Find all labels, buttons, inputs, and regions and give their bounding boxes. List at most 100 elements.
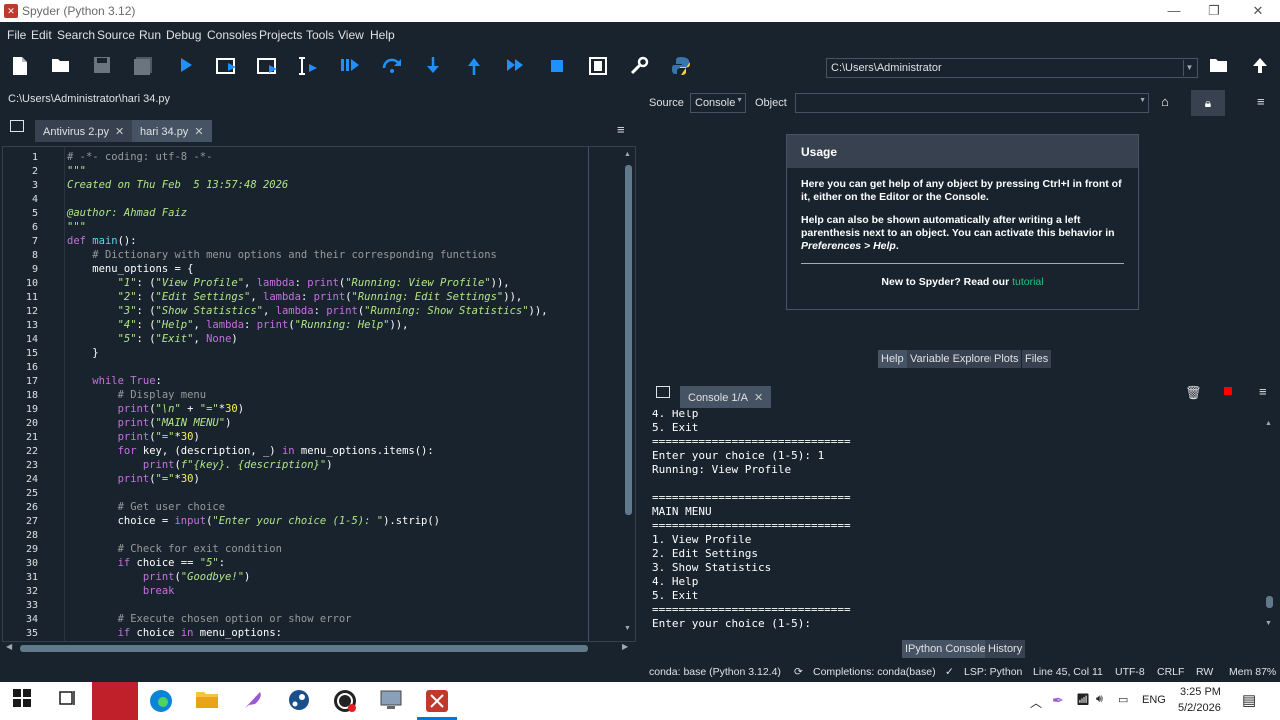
menu-run[interactable]: Run xyxy=(139,28,161,42)
menu-help[interactable]: Help xyxy=(370,28,395,42)
volume-icon[interactable]: 🔊︎ xyxy=(1096,693,1103,706)
code-editor[interactable]: 1 2 3 4 5 6 7 8 9 10 11 12 13 14 15 16 17 18 19 20 21 22 23 24 2… xyxy=(2,146,636,642)
console-vertical-scrollbar[interactable]: ▲ ▼ xyxy=(1264,420,1274,630)
lock-icon[interactable]: 🔒︎ xyxy=(1191,90,1225,116)
menu-edit[interactable]: Edit xyxy=(31,28,52,42)
language-indicator[interactable]: ENG xyxy=(1142,694,1166,706)
tab-history[interactable]: History xyxy=(985,640,1026,658)
taskbar-app-highlighted[interactable] xyxy=(92,682,138,720)
python-path-icon[interactable] xyxy=(669,56,693,80)
close-tab-icon[interactable]: ✕ xyxy=(754,392,763,404)
close-tab-icon[interactable]: ✕ xyxy=(115,126,124,138)
new-file-icon[interactable] xyxy=(8,56,32,80)
menu-tools[interactable]: Tools xyxy=(306,28,334,42)
help-options-menu-icon[interactable]: ≡ xyxy=(1257,94,1265,109)
browse-tabs-icon[interactable] xyxy=(656,386,670,398)
tab-hari-34[interactable]: hari 34.py ✕ xyxy=(132,120,212,142)
menu-debug[interactable]: Debug xyxy=(166,28,201,42)
editor-options-menu-icon[interactable]: ≡ xyxy=(617,122,625,137)
menu-search[interactable]: Search xyxy=(57,28,95,42)
status-completions[interactable]: Completions: conda(base) xyxy=(813,666,936,678)
open-file-icon[interactable] xyxy=(49,56,73,80)
browse-tabs-icon[interactable] xyxy=(10,120,24,132)
menu-consoles[interactable]: Consoles xyxy=(207,28,257,42)
menu-view[interactable]: View xyxy=(338,28,364,42)
tab-help[interactable]: Help xyxy=(878,350,907,368)
minimize-button[interactable]: — xyxy=(1164,2,1184,20)
step-into-icon[interactable] xyxy=(421,56,445,80)
scrollbar-thumb[interactable] xyxy=(625,165,632,515)
computer-app-icon[interactable] xyxy=(379,689,403,713)
chevron-up-icon[interactable]: ︿ xyxy=(1030,694,1042,711)
status-conda-env[interactable]: conda: base (Python 3.12.4) xyxy=(649,666,781,678)
browse-folder-icon[interactable] xyxy=(1207,56,1231,80)
close-tab-icon[interactable]: ✕ xyxy=(194,126,203,138)
scroll-down-icon[interactable]: ▼ xyxy=(1265,620,1272,627)
menu-source[interactable]: Source xyxy=(97,28,135,42)
notifications-icon[interactable]: ▤ xyxy=(1242,691,1256,709)
home-icon[interactable]: ⌂ xyxy=(1161,94,1169,109)
scrollbar-thumb[interactable] xyxy=(20,645,588,652)
tab-files[interactable]: Files xyxy=(1022,350,1052,368)
windows-start-icon[interactable] xyxy=(10,689,34,713)
console-prompt[interactable]: Enter your choice (1-5): xyxy=(652,617,811,630)
stop-debug-icon[interactable] xyxy=(545,56,569,80)
scrollbar-thumb[interactable] xyxy=(1266,596,1273,608)
chevron-down-icon[interactable]: ▼ xyxy=(1183,60,1195,76)
feather-app-icon[interactable] xyxy=(241,689,265,713)
feather-tray-icon[interactable]: ✒︎ xyxy=(1052,692,1064,709)
parent-directory-icon[interactable] xyxy=(1248,56,1272,80)
battery-icon[interactable]: ▭ xyxy=(1118,693,1128,706)
maximize-button[interactable]: ❐ xyxy=(1204,2,1224,20)
scroll-right-icon[interactable]: ▶ xyxy=(622,642,628,651)
code-area[interactable]: # -*- coding: utf-8 -*- """ Created on T… xyxy=(67,147,587,641)
clock-time[interactable]: 3:25 PM xyxy=(1180,686,1221,698)
ipython-console[interactable]: 4. Help 5. Exit ========================… xyxy=(646,410,1278,634)
working-directory-combo[interactable]: C:\Users\Administrator ▼ xyxy=(826,58,1198,78)
preferences-wrench-icon[interactable] xyxy=(627,56,651,80)
save-icon[interactable] xyxy=(90,56,114,80)
editor-horizontal-scrollbar[interactable]: ◀ ▶ xyxy=(2,642,636,654)
edge-browser-icon[interactable] xyxy=(149,689,173,713)
editor-vertical-scrollbar[interactable]: ▲ ▼ xyxy=(623,151,633,635)
status-lsp[interactable]: LSP: Python xyxy=(964,666,1022,678)
task-view-icon[interactable] xyxy=(55,689,79,713)
scroll-up-icon[interactable]: ▲ xyxy=(624,151,631,158)
maximize-pane-icon[interactable] xyxy=(586,56,610,80)
save-all-icon[interactable] xyxy=(131,56,155,80)
menu-file[interactable]: File xyxy=(7,28,26,42)
scroll-down-icon[interactable]: ▼ xyxy=(624,625,631,632)
code-line: break xyxy=(142,585,175,597)
source-select[interactable]: Console ▼ xyxy=(690,93,746,113)
remove-variables-icon[interactable]: 🗑︎ xyxy=(1185,385,1202,401)
network-icon[interactable]: 📶︎ xyxy=(1076,693,1090,706)
tab-ipython-console[interactable]: IPython Console xyxy=(902,640,989,658)
step-over-icon[interactable] xyxy=(380,56,404,80)
scroll-up-icon[interactable]: ▲ xyxy=(1265,420,1272,427)
object-input[interactable]: ▼ xyxy=(795,93,1149,113)
obs-studio-icon[interactable] xyxy=(333,689,357,713)
step-return-icon[interactable] xyxy=(462,56,486,80)
file-explorer-icon[interactable] xyxy=(195,689,219,713)
tab-console-1a[interactable]: Console 1/A ✕ xyxy=(680,386,772,408)
menu-projects[interactable]: Projects xyxy=(259,28,302,42)
clock-date[interactable]: 5/2/2026 xyxy=(1178,702,1221,714)
close-window-button[interactable]: ✕ xyxy=(1248,2,1268,20)
spyder-taskbar-icon[interactable] xyxy=(425,689,449,713)
run-selection-icon[interactable] xyxy=(297,56,321,80)
stop-kernel-icon[interactable] xyxy=(1224,387,1232,395)
tutorial-link[interactable]: tutorial xyxy=(1012,276,1044,288)
run-cell-icon[interactable] xyxy=(215,56,239,80)
scroll-left-icon[interactable]: ◀ xyxy=(6,642,12,651)
tab-variable-explorer[interactable]: Variable Explorer xyxy=(907,350,997,368)
console-options-menu-icon[interactable]: ≡ xyxy=(1259,384,1267,399)
run-file-icon[interactable] xyxy=(174,56,198,80)
tab-plots[interactable]: Plots xyxy=(991,350,1022,368)
debug-file-icon[interactable] xyxy=(338,56,362,80)
steam-icon[interactable] xyxy=(287,689,311,713)
run-cell-advance-icon[interactable] xyxy=(256,56,280,80)
code-line: # -*- coding: utf-8 -*- xyxy=(67,151,213,163)
continue-icon[interactable] xyxy=(503,56,527,80)
tab-antivirus-2[interactable]: Antivirus 2.py ✕ xyxy=(35,120,133,142)
edge-line xyxy=(588,147,589,641)
